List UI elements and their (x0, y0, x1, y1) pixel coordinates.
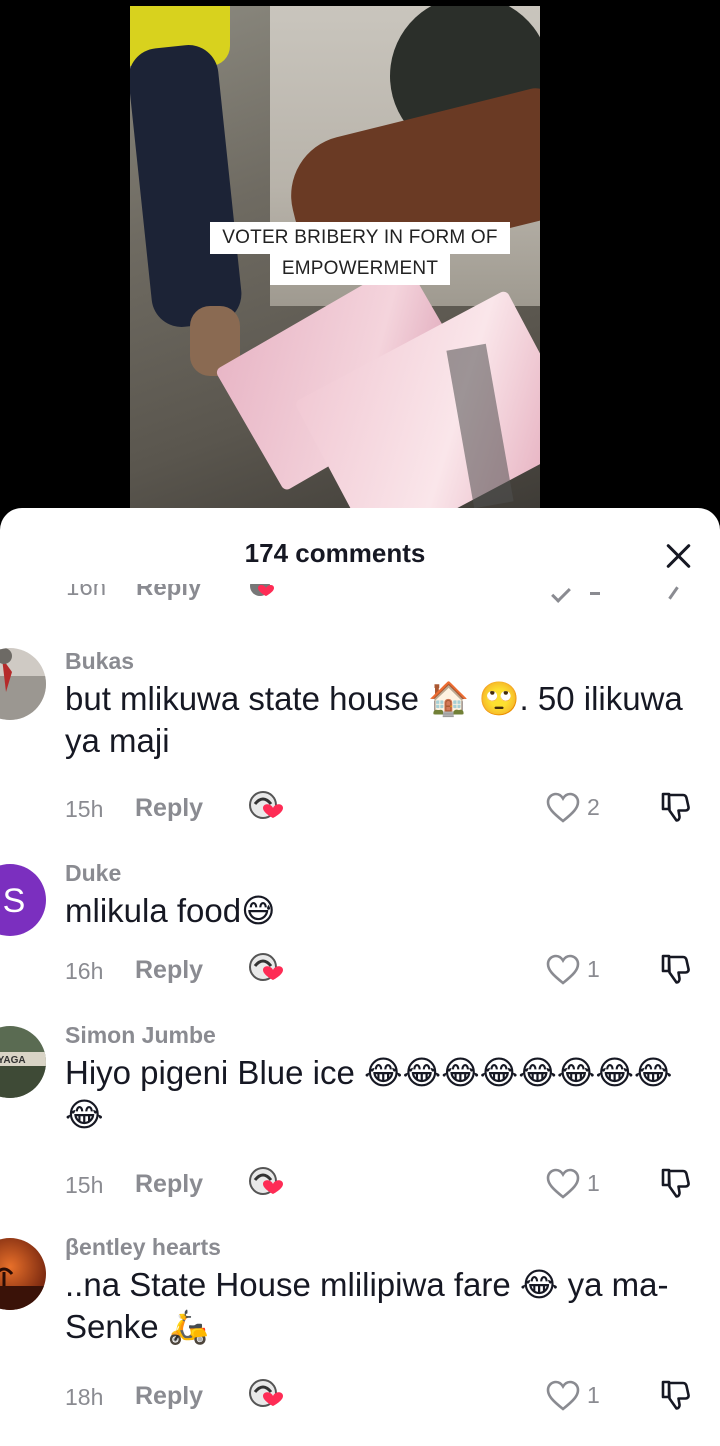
creator-liked-icon (247, 952, 287, 988)
partial-comment-meta: 16h Reply (0, 584, 720, 606)
comment-item: NYAGA Simon Jumbe Hiyo pigeni Blue ice 😂… (0, 1022, 720, 1202)
like-count: 1 (587, 956, 600, 982)
comments-count-title: 174 comments (244, 538, 426, 568)
dislike-icon[interactable] (659, 790, 695, 826)
like-count: 1 (587, 1382, 600, 1408)
avatar[interactable] (0, 1238, 46, 1310)
creator-liked-icon (247, 1378, 287, 1414)
comment-item: Bukas but mlikuwa state house 🏠 🙄. 50 il… (0, 648, 720, 828)
reply-button[interactable]: Reply (136, 584, 201, 602)
comment-time: 16h (65, 958, 104, 984)
comment-username[interactable]: Duke (65, 860, 121, 887)
comment-text: Hiyo pigeni Blue ice 😂😂😂😂😂😂😂😂😂 (65, 1054, 673, 1133)
comment-actions: 18h Reply 1 (65, 1378, 715, 1418)
video-person-leg (130, 42, 245, 330)
like-button[interactable]: 1 (545, 1378, 615, 1414)
video-caption-line: VOTER BRIBERY IN FORM OF (0, 222, 720, 254)
comment-text: but mlikuwa state house 🏠 🙄. 50 ilikuwa … (65, 680, 683, 759)
video-caption-text: VOTER BRIBERY IN FORM OF (210, 222, 510, 254)
heart-icon (546, 792, 580, 823)
reply-button[interactable]: Reply (135, 1382, 203, 1411)
avatar[interactable]: S (0, 864, 46, 936)
dislike-icon[interactable] (659, 1378, 695, 1414)
comment-username[interactable]: Bukas (65, 648, 134, 675)
avatar[interactable] (0, 648, 46, 720)
like-button[interactable]: 2 (545, 790, 615, 826)
reply-button[interactable]: Reply (135, 794, 203, 823)
chevron-down-icon[interactable] (551, 584, 571, 603)
like-count-partial (590, 592, 600, 595)
reply-button[interactable]: Reply (135, 1170, 203, 1199)
avatar-letter: S (3, 882, 26, 920)
heart-icon (546, 1380, 580, 1411)
like-button[interactable]: 1 (545, 1166, 615, 1202)
like-count: 1 (587, 1170, 600, 1196)
reply-button[interactable]: Reply (135, 956, 203, 985)
creator-liked-icon (248, 584, 284, 602)
like-count: 2 (587, 794, 600, 820)
comment-text: mlikula food😅 (65, 892, 276, 929)
dislike-icon[interactable] (659, 952, 695, 988)
comment-time: 16h (66, 584, 107, 601)
video-player[interactable]: VOTER BRIBERY IN FORM OF EMPOWERMENT (0, 0, 720, 520)
comment-username[interactable]: Simon Jumbe (65, 1022, 216, 1049)
dislike-icon[interactable] (659, 1166, 695, 1202)
creator-liked-icon (247, 1166, 287, 1202)
heart-icon (546, 954, 580, 985)
comment-actions: 15h Reply 1 (65, 1166, 715, 1206)
comment-username[interactable]: βentley hearts (65, 1234, 221, 1261)
comment-time: 15h (65, 796, 104, 822)
video-caption-text: EMPOWERMENT (269, 253, 451, 285)
comment-item: S Duke mlikula food😅 16h Reply 1 (0, 860, 720, 1000)
comment-item: βentley hearts ..na State House mlilipiw… (0, 1234, 720, 1434)
comment-actions: 16h Reply 1 (65, 952, 715, 992)
avatar-sign-text: NYAGA (0, 1055, 26, 1066)
comment-time: 18h (65, 1384, 104, 1410)
comment-actions: 15h Reply 2 (65, 790, 715, 830)
comments-sheet: 174 comments 16h Reply Bukas but mlikuwa… (0, 508, 720, 1446)
comment-time: 15h (65, 1172, 104, 1198)
avatar[interactable]: NYAGA (0, 1026, 46, 1098)
heart-icon (546, 1168, 580, 1199)
creator-liked-icon (247, 790, 287, 826)
comment-text: ..na State House mlilipiwa fare 😂 ya ma-… (65, 1266, 669, 1345)
close-icon[interactable] (656, 534, 700, 578)
like-button[interactable]: 1 (545, 952, 615, 988)
dislike-icon-partial[interactable] (668, 586, 679, 600)
video-caption-line: EMPOWERMENT (0, 253, 720, 285)
